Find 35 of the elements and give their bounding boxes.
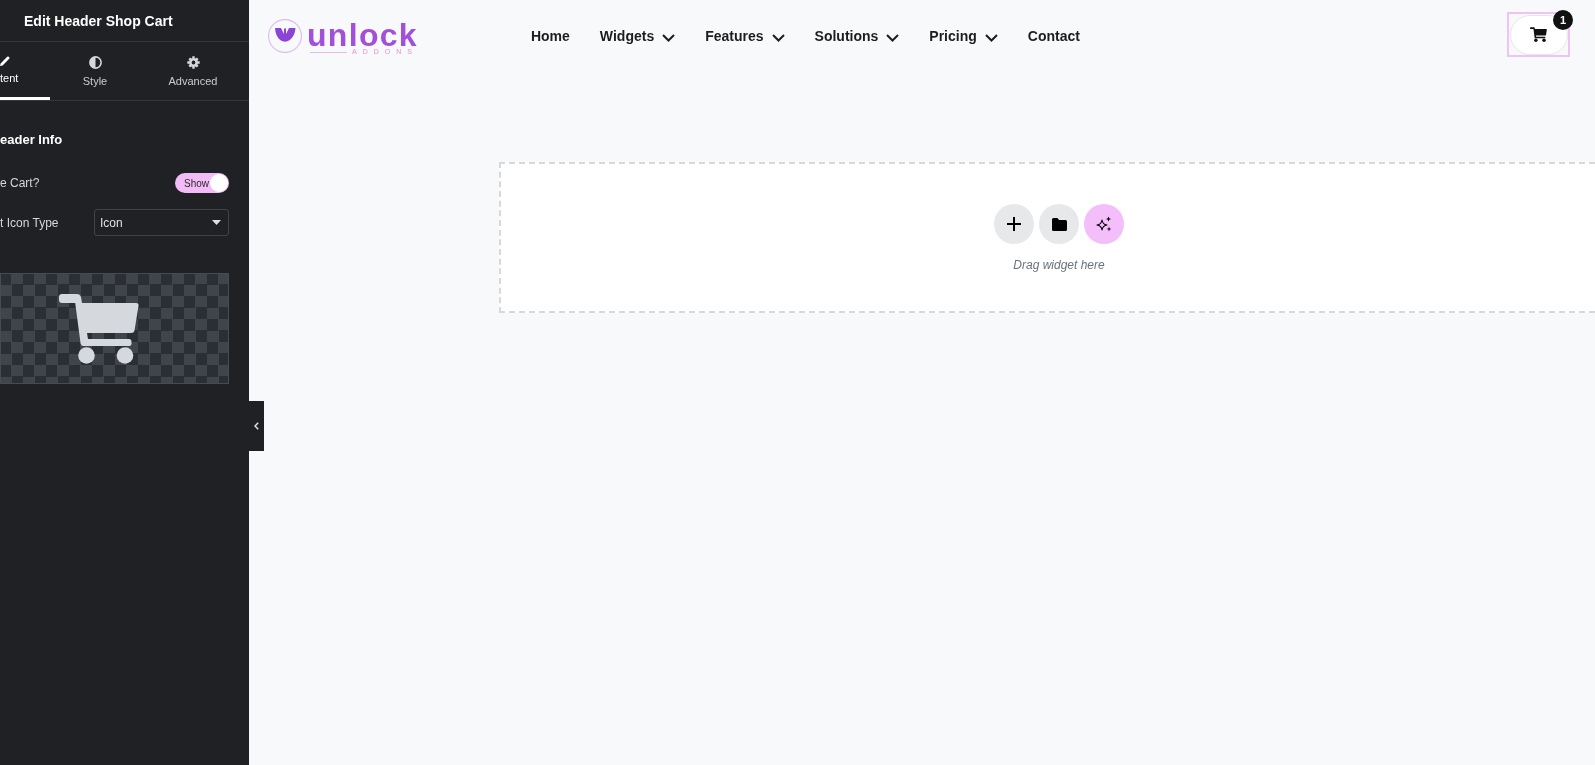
nav-link[interactable]: Home: [530, 28, 570, 44]
panel-tab[interactable]: Advanced: [140, 42, 246, 100]
sparkle-button[interactable]: [1084, 204, 1124, 244]
section-title: eader Info: [0, 132, 63, 148]
field-label: e Cart?: [0, 176, 40, 190]
folder-button[interactable]: [1039, 204, 1079, 244]
logo-mark-icon: [268, 19, 302, 53]
drop-hint: Drag widget here: [1013, 258, 1105, 272]
plus-icon: [1007, 217, 1021, 231]
sparkle-icon: [1096, 216, 1112, 232]
logo-wordmark: unlock: [307, 20, 418, 50]
pencil-icon: [0, 56, 10, 66]
nav-link[interactable]: Widgets: [599, 28, 676, 44]
drop-zone[interactable]: Drag widget here: [499, 162, 1595, 313]
gear-icon: [186, 56, 200, 69]
icon-preview[interactable]: [0, 273, 229, 384]
nav-link[interactable]: Solutions: [814, 28, 900, 44]
cart-count-badge: 1: [1553, 10, 1573, 30]
nav-link[interactable]: Contact: [1027, 28, 1080, 44]
contrast-icon: [88, 56, 102, 69]
field-label: t Icon Type: [0, 215, 59, 230]
folder-icon: [1051, 217, 1067, 231]
select-field[interactable]: Icon: [94, 209, 229, 236]
chevron-left-icon: [254, 422, 259, 430]
cart-icon: [1530, 27, 1547, 42]
cart-icon: [58, 293, 139, 364]
nav-link[interactable]: Pricing: [929, 28, 998, 44]
collapse-handle[interactable]: [249, 401, 264, 451]
nav-link[interactable]: Features: [705, 28, 785, 44]
caret-icon: [212, 220, 221, 225]
toggle-switch[interactable]: Show: [175, 173, 229, 193]
panel-tab[interactable]: Style: [50, 42, 140, 100]
panel-title: Edit Header Shop Cart: [24, 12, 173, 29]
add-button[interactable]: [994, 204, 1034, 244]
panel-tab[interactable]: tent: [0, 42, 50, 100]
